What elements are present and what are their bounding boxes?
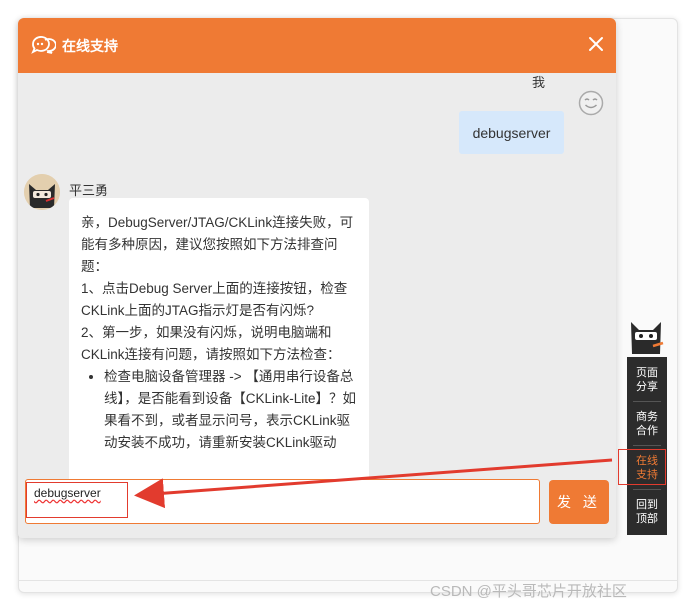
sidebar-item-business[interactable]: 商务合作 <box>627 403 667 445</box>
sidebar-divider <box>633 445 661 446</box>
bot-message-list: 检查电脑设备管理器 -> 【通用串行设备总线】，是否能看到设备【CKLink-L… <box>81 366 357 454</box>
annotation-box-sidebar <box>618 449 666 485</box>
smiley-avatar-icon <box>578 90 604 116</box>
ninja-avatar-icon <box>24 174 60 210</box>
sidebar-item-label: 回到顶部 <box>636 499 658 525</box>
chat-bubbles-icon <box>31 36 56 54</box>
sidebar-divider <box>633 489 661 490</box>
bot-message-bubble: 亲，DebugServer/JTAG/CKLink连接失败，可能有多种原因，建议… <box>69 198 369 488</box>
bot-message-bullet: 检查电脑设备管理器 -> 【通用串行设备总线】，是否能看到设备【CKLink-L… <box>104 366 357 454</box>
sidebar-item-back-to-top[interactable]: 回到顶部 <box>627 491 667 533</box>
sidebar-item-page-share[interactable]: 页面分享 <box>627 359 667 401</box>
close-icon[interactable] <box>586 34 606 54</box>
right-sidebar: 页面分享 商务合作 在线支持 回到顶部 <box>627 357 667 535</box>
chat-header: 在线支持 <box>18 18 616 73</box>
mascot-icon <box>631 322 664 354</box>
chat-title: 在线支持 <box>62 38 118 54</box>
me-message-bubble: debugserver <box>459 111 564 154</box>
send-button[interactable]: 发 送 <box>549 480 609 524</box>
me-name: 我 <box>532 75 546 90</box>
sidebar-divider <box>633 401 661 402</box>
bot-message-line: 2、第一步，如果没有闪烁，说明电脑端和CKLink连接有问题，请按照如下方法检查… <box>81 325 341 362</box>
sidebar-item-label: 页面分享 <box>636 367 658 393</box>
sidebar-item-label: 商务合作 <box>636 411 658 437</box>
bot-message-line: 1、点击Debug Server上面的连接按钮，检查CKLink上面的JTAG指… <box>81 281 348 318</box>
annotation-box-input <box>26 482 128 518</box>
watermark: CSDN @平头哥芯片开放社区 <box>430 583 627 600</box>
bot-name: 平三勇 <box>69 183 109 198</box>
bot-message-line: 亲，DebugServer/JTAG/CKLink连接失败，可能有多种原因，建议… <box>81 215 354 274</box>
